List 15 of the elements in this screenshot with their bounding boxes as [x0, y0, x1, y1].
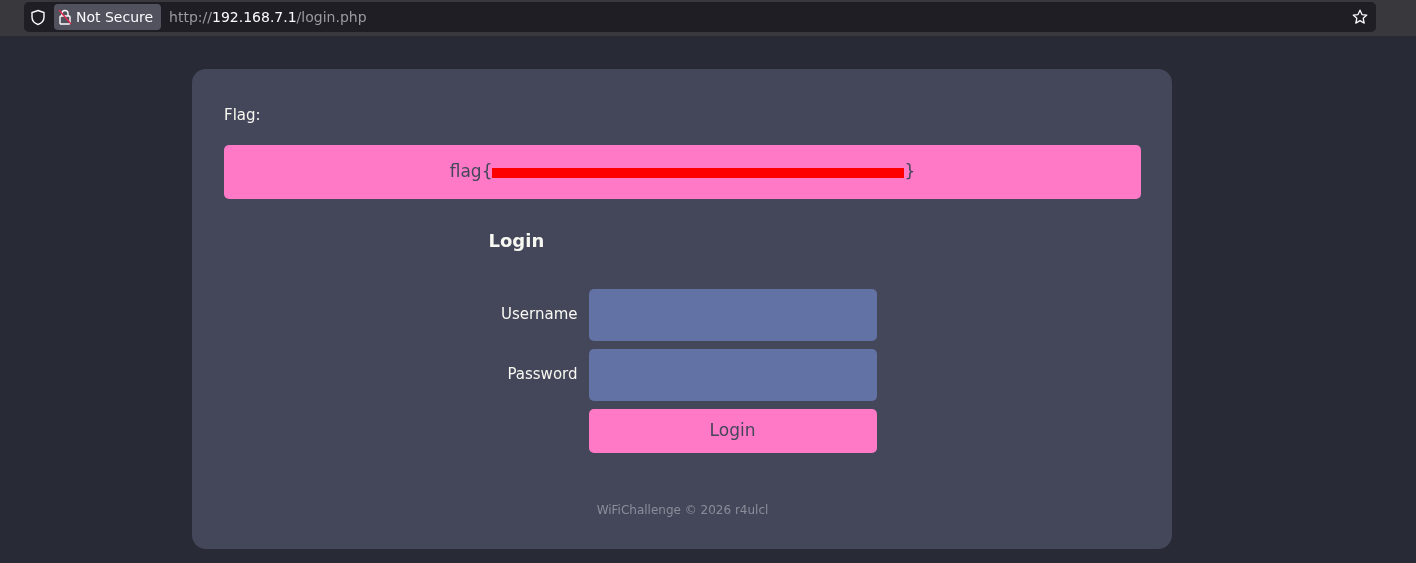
url-text[interactable]: http://192.168.7.1/login.php [169, 6, 1344, 28]
flag-text: } [904, 159, 916, 183]
login-button[interactable]: Login [588, 408, 877, 453]
login-heading: Login [488, 228, 546, 253]
lock-icon [58, 9, 72, 25]
field-label: Password [506, 364, 578, 386]
input-field[interactable] [588, 348, 877, 401]
input-field[interactable] [588, 288, 877, 341]
star-icon[interactable] [1352, 9, 1368, 25]
footer-text: WiFiChallenge © 2026 r4ulcl [595, 501, 770, 519]
security-indicator[interactable]: Not Secure [54, 4, 162, 30]
flag-label: Flag: [224, 105, 262, 126]
flag-text: flag{ [449, 159, 493, 183]
field-label: Username [500, 304, 578, 326]
shield-icon[interactable] [30, 8, 46, 26]
